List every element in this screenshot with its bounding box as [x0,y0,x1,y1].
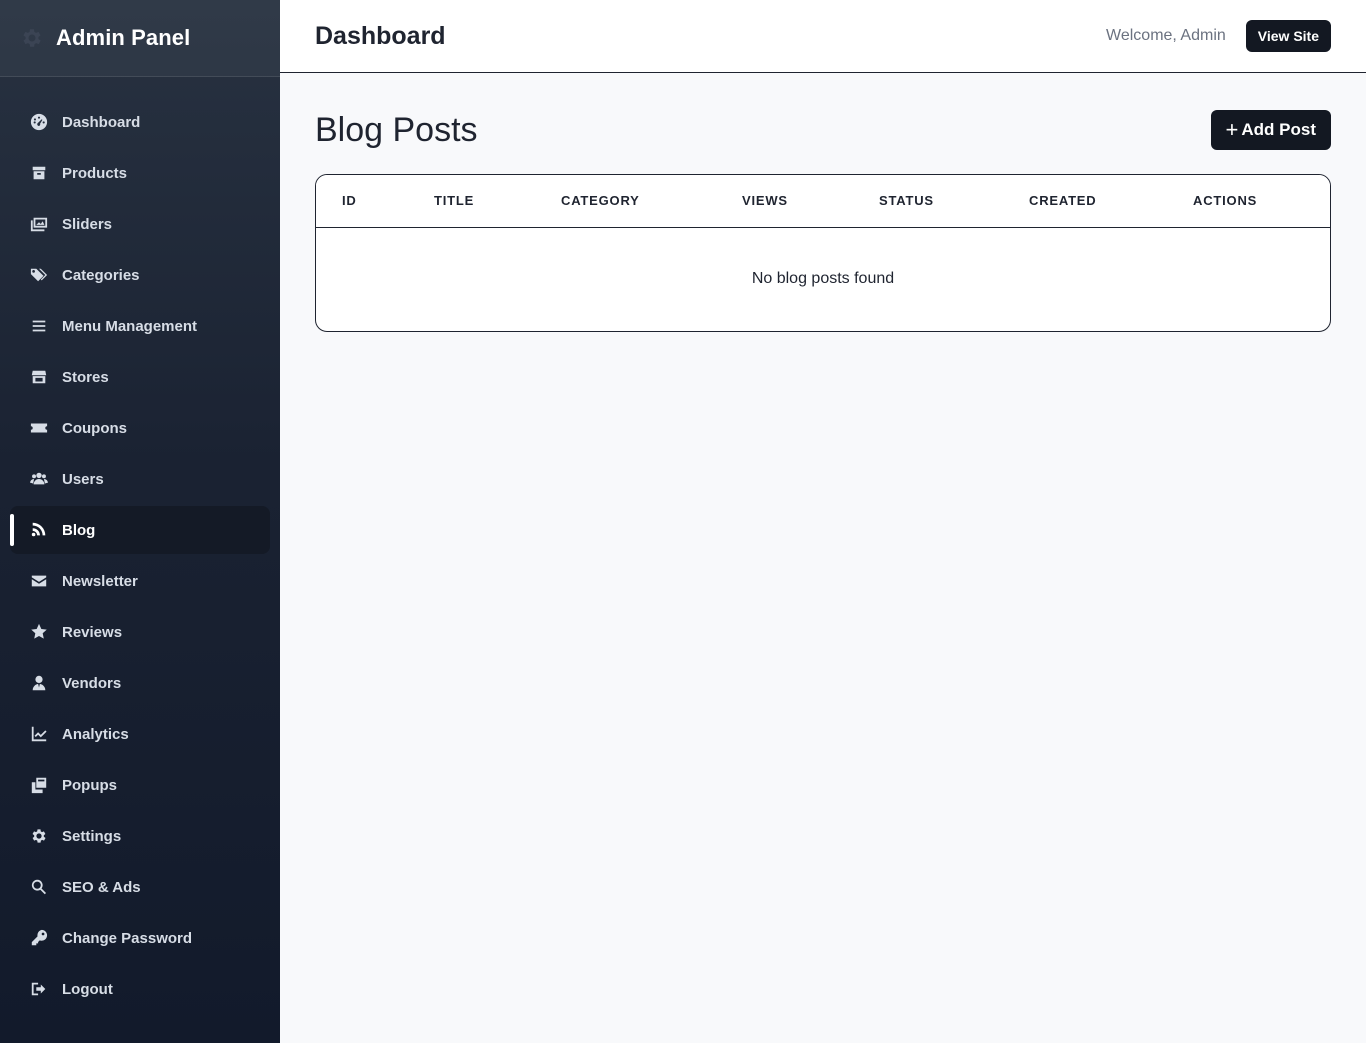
users-icon [29,469,49,489]
blog-posts-table-card: ID TITLE CATEGORY VIEWS STATUS CREATED A… [315,174,1331,332]
sidebar-item-label: Popups [62,776,117,794]
sidebar-item-label: Users [62,470,104,488]
store-icon [29,367,49,387]
sidebar-item-label: Change Password [62,929,193,947]
table-row: No blog posts found [316,227,1330,331]
sidebar-item-products[interactable]: Products [10,149,270,197]
sidebar-item-sliders[interactable]: Sliders [10,200,270,248]
column-header-category[interactable]: CATEGORY [561,175,742,228]
box-icon [29,163,49,183]
images-icon [29,214,49,234]
column-header-status[interactable]: STATUS [879,175,1029,228]
table-body: No blog posts found [316,227,1330,331]
sidebar-item-label: Sliders [62,215,113,233]
sidebar-item-dashboard[interactable]: Dashboard [10,98,270,146]
search-icon [29,877,49,897]
sidebar-item-label: Categories [62,266,140,284]
main-content: Blog Posts + Add Post ID TITLE CATEGORY … [280,73,1366,1043]
sidebar-item-label: Menu Management [62,317,198,335]
table-header: ID TITLE CATEGORY VIEWS STATUS CREATED A… [316,175,1330,228]
plus-icon: + [1225,117,1239,142]
column-header-id[interactable]: ID [316,175,434,228]
sidebar-item-blog[interactable]: Blog [10,506,270,554]
sidebar-item-stores[interactable]: Stores [10,353,270,401]
envelope-icon [29,571,49,591]
gear-icon [29,826,49,846]
content-header: Blog Posts + Add Post [315,109,1331,151]
sidebar-item-label: Reviews [62,623,123,641]
sidebar-item-label: Logout [62,980,113,998]
sidebar-item-vendors[interactable]: Vendors [10,659,270,707]
sidebar-item-label: SEO & Ads [62,878,141,896]
dashboard-icon [29,112,49,132]
chart-line-icon [29,724,49,744]
star-icon [29,622,49,642]
sidebar-item-categories[interactable]: Categories [10,251,270,299]
sidebar-item-label: Newsletter [62,572,138,590]
admin-app: Admin Panel Dashboard Products Sliders C… [0,0,1366,1043]
sidebar-item-label: Blog [62,521,96,539]
welcome-text: Welcome, Admin [1106,27,1226,44]
sidebar-title: Admin Panel [56,25,191,50]
sidebar-item-label: Dashboard [62,113,141,131]
sidebar-item-menu-management[interactable]: Menu Management [10,302,270,350]
sidebar-item-seo-ads[interactable]: SEO & Ads [10,863,270,911]
sidebar-item-label: Settings [62,827,122,845]
topbar-title: Dashboard [315,21,446,50]
key-icon [29,928,49,948]
sidebar-item-newsletter[interactable]: Newsletter [10,557,270,605]
user-tie-icon [29,673,49,693]
topbar: Dashboard Welcome, Admin View Site [280,0,1366,73]
sidebar-item-change-password[interactable]: Change Password [10,914,270,962]
bars-icon [29,316,49,336]
sidebar: Admin Panel Dashboard Products Sliders C… [0,0,280,1043]
sidebar-item-label: Coupons [62,419,127,437]
ticket-icon [29,418,49,438]
sidebar-item-popups[interactable]: Popups [10,761,270,809]
sidebar-item-label: Analytics [62,725,129,743]
page-title: Blog Posts [315,110,478,149]
column-header-title[interactable]: TITLE [434,175,561,228]
sidebar-item-settings[interactable]: Settings [10,812,270,860]
add-post-button[interactable]: + Add Post [1210,110,1331,150]
sidebar-header: Admin Panel [0,0,280,77]
sidebar-item-analytics[interactable]: Analytics [10,710,270,758]
column-header-views[interactable]: VIEWS [742,175,879,228]
gear-icon [20,26,44,50]
sidebar-item-label: Vendors [62,674,122,692]
sidebar-item-reviews[interactable]: Reviews [10,608,270,656]
view-site-button[interactable]: View Site [1245,20,1331,52]
topbar-right: Welcome, Admin View Site [1106,20,1331,52]
clone-icon [29,775,49,795]
tags-icon [29,265,49,285]
sidebar-item-label: Stores [62,368,109,386]
column-header-created[interactable]: CREATED [1029,175,1193,228]
blog-icon [29,520,49,540]
add-post-label: Add Post [1241,120,1316,139]
blog-posts-table: ID TITLE CATEGORY VIEWS STATUS CREATED A… [316,175,1330,331]
sidebar-item-logout[interactable]: Logout [10,965,270,1013]
sidebar-item-coupons[interactable]: Coupons [10,404,270,452]
sidebar-nav: Dashboard Products Sliders Categories Me… [10,98,270,1016]
sidebar-item-label: Products [62,164,128,182]
table-header-row: ID TITLE CATEGORY VIEWS STATUS CREATED A… [316,175,1330,228]
logout-icon [29,979,49,999]
empty-state-message: No blog posts found [751,270,895,288]
sidebar-item-users[interactable]: Users [10,455,270,503]
column-header-actions: ACTIONS [1193,175,1330,228]
